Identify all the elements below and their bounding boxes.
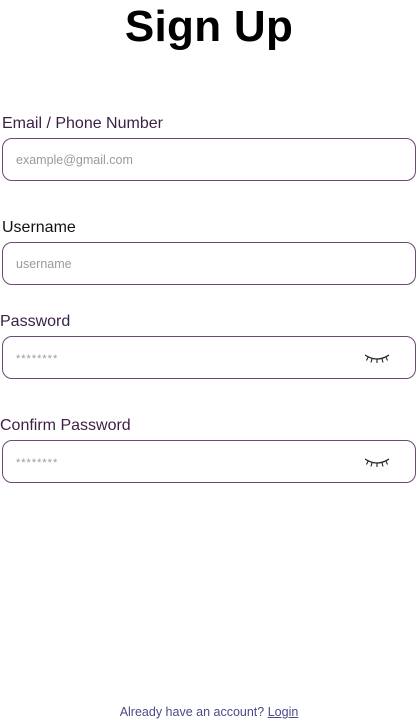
eye-closed-icon[interactable] <box>363 351 391 365</box>
username-label: Username <box>2 219 76 236</box>
eye-closed-icon[interactable] <box>363 455 391 469</box>
confirm-password-field-container <box>2 440 416 483</box>
confirm-password-label: Confirm Password <box>0 417 131 434</box>
password-field-container <box>2 336 416 379</box>
username-field-container <box>2 242 416 285</box>
login-prompt: Already have an account? Login <box>0 705 418 719</box>
email-field-container <box>2 138 416 181</box>
username-input[interactable] <box>16 243 356 284</box>
confirm-password-input[interactable] <box>16 441 356 482</box>
email-input[interactable] <box>16 139 356 180</box>
login-link[interactable]: Login <box>268 705 299 719</box>
email-label: Email / Phone Number <box>2 115 163 132</box>
page-title: Sign Up <box>124 2 294 51</box>
login-prompt-text: Already have an account? <box>119 705 265 719</box>
password-label: Password <box>0 313 71 330</box>
password-input[interactable] <box>16 337 356 378</box>
